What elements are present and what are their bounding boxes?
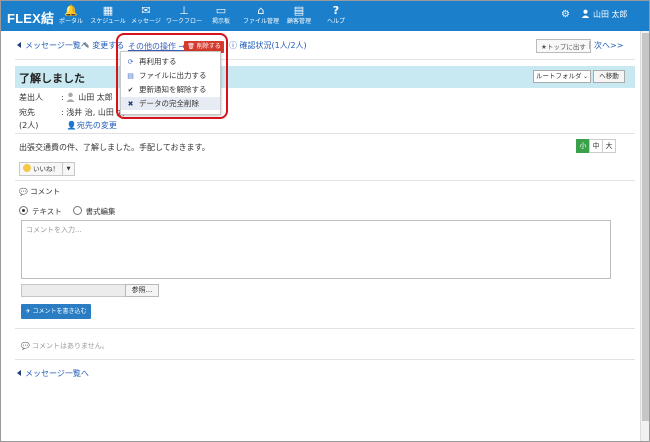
message-title-bar: 了解しました ルートフォルダ ⌄ へ移動: [15, 66, 635, 88]
post-comment-button[interactable]: ✈ コメントを書き込む: [21, 304, 91, 319]
bell-icon: 🔔: [64, 4, 78, 17]
speech-bubble-icon: 💬: [19, 188, 28, 196]
info-circle-icon: ⓘ: [229, 41, 237, 50]
nav-label: メッセージ: [131, 18, 161, 25]
move-button[interactable]: へ移動: [593, 70, 625, 83]
recipient-row: 宛先: 浅井 治, 山田 太: [19, 108, 125, 117]
back-arrow-icon: [17, 42, 21, 48]
nav-portal[interactable]: 🔔 ポータル: [51, 4, 91, 26]
main-content: メッセージ一覧へ ✎ 変更する ⓘ 確認状況(1人/2人) ★トップに出す | …: [11, 31, 636, 441]
top-navigation-bar: FLEX結 🔔 ポータル ▦ スケジュール ✉ メッセージ ⊥ ワークフロー ▭…: [1, 1, 649, 31]
calendar-icon: ▦: [102, 4, 114, 17]
message-title: 了解しました: [19, 72, 85, 85]
edit-icon: ✎: [83, 41, 90, 50]
send-icon: ✈: [25, 308, 31, 315]
person-icon: 👤: [66, 121, 77, 130]
scrollbar-thumb[interactable]: [642, 33, 649, 421]
chevron-down-icon[interactable]: ▼: [62, 163, 74, 175]
toolbar-separator: |: [588, 40, 591, 49]
recipient-count-row: (2人) 👤宛先の変更: [19, 120, 117, 131]
chevron-down-icon: ⌄: [582, 73, 588, 80]
change-recipients-link[interactable]: 宛先の変更: [77, 121, 117, 130]
divider: [15, 59, 635, 60]
back-to-list-link[interactable]: メッセージ一覧へ: [17, 40, 89, 51]
divider: [15, 180, 635, 181]
nav-customer-management[interactable]: ▤ 顧客管理: [279, 4, 319, 26]
avatar: [66, 92, 75, 102]
book-icon: ▤: [293, 4, 305, 17]
recipient-label: 宛先: [19, 108, 35, 117]
comment-mode-selector: テキスト 書式編集: [19, 206, 116, 217]
pin-top-button[interactable]: ★トップに出す: [536, 39, 591, 53]
message-body: 出張交通費の件、了解しました。手配しておきます。: [19, 143, 210, 152]
text-size-small[interactable]: 小: [576, 139, 590, 153]
app-logo[interactable]: FLEX結: [7, 8, 54, 27]
message-toolbar: メッセージ一覧へ ✎ 変更する ⓘ 確認状況(1人/2人) ★トップに出す | …: [11, 39, 636, 54]
browse-button[interactable]: 参照...: [125, 284, 159, 297]
nav-label: ポータル: [58, 18, 83, 25]
nav-label: スケジュール: [90, 18, 126, 25]
confirm-status-link[interactable]: ⓘ 確認状況(1人/2人): [229, 40, 307, 51]
nav-help[interactable]: ? ヘルプ: [316, 4, 356, 26]
browser-frame: FLEX結 🔔 ポータル ▦ スケジュール ✉ メッセージ ⊥ ワークフロー ▭…: [0, 0, 650, 442]
speech-bubble-icon: 💬: [21, 342, 30, 350]
comment-input[interactable]: コメントを入力...: [21, 220, 611, 279]
text-size-large[interactable]: 大: [602, 139, 616, 153]
highlight-annotation: [116, 33, 228, 119]
nav-label: ヘルプ: [326, 18, 345, 25]
board-icon: ▭: [215, 4, 227, 17]
comment-heading: 💬 コメント: [19, 187, 61, 196]
file-path-field[interactable]: [21, 284, 127, 297]
mode-rich-radio[interactable]: 書式編集: [72, 206, 116, 216]
footer-back-link[interactable]: メッセージ一覧へ: [17, 368, 89, 379]
sender-row: 差出人: 山田 太郎: [19, 92, 113, 102]
nav-label: 掲示板: [211, 18, 230, 25]
sender-name[interactable]: 山田 太郎: [78, 93, 113, 102]
folder-select[interactable]: ルートフォルダ ⌄: [533, 70, 591, 83]
gear-icon[interactable]: ⚙: [561, 9, 570, 20]
divider: [15, 328, 635, 329]
smile-icon: [23, 164, 31, 172]
chat-icon: ✉: [141, 4, 151, 17]
person-icon: [581, 9, 590, 18]
nav-label: ファイル管理: [242, 18, 279, 25]
user-name: 山田 太郎: [593, 10, 628, 19]
text-size-switcher: 小中大: [576, 139, 616, 153]
nav-workflow[interactable]: ⊥ ワークフロー: [164, 4, 204, 26]
nav-file-management[interactable]: ⌂ ファイル管理: [241, 4, 281, 26]
no-comment-message: 💬 コメントはありません。: [21, 342, 109, 350]
like-button[interactable]: いいね！ ▼: [19, 162, 75, 176]
nav-label: ワークフロー: [165, 18, 202, 25]
divider: [15, 133, 635, 134]
nav-schedule[interactable]: ▦ スケジュール: [88, 4, 128, 26]
nav-board[interactable]: ▭ 掲示板: [201, 4, 241, 26]
folder-icon: ⌂: [257, 4, 265, 17]
back-arrow-icon: [17, 370, 21, 376]
help-icon: ?: [332, 4, 340, 17]
stamp-icon: ⊥: [179, 4, 189, 17]
nav-label: 顧客管理: [286, 18, 311, 25]
text-size-medium[interactable]: 中: [589, 139, 603, 153]
recipient-count: (2人): [19, 121, 39, 130]
nav-message[interactable]: ✉ メッセージ: [126, 4, 166, 26]
divider: [15, 359, 635, 360]
next-link[interactable]: 次へ>>: [594, 40, 623, 51]
sender-label: 差出人: [19, 93, 43, 102]
mode-text-radio[interactable]: テキスト: [19, 206, 62, 216]
user-menu[interactable]: 山田 太郎: [581, 9, 628, 20]
scrollbar[interactable]: [640, 31, 649, 441]
